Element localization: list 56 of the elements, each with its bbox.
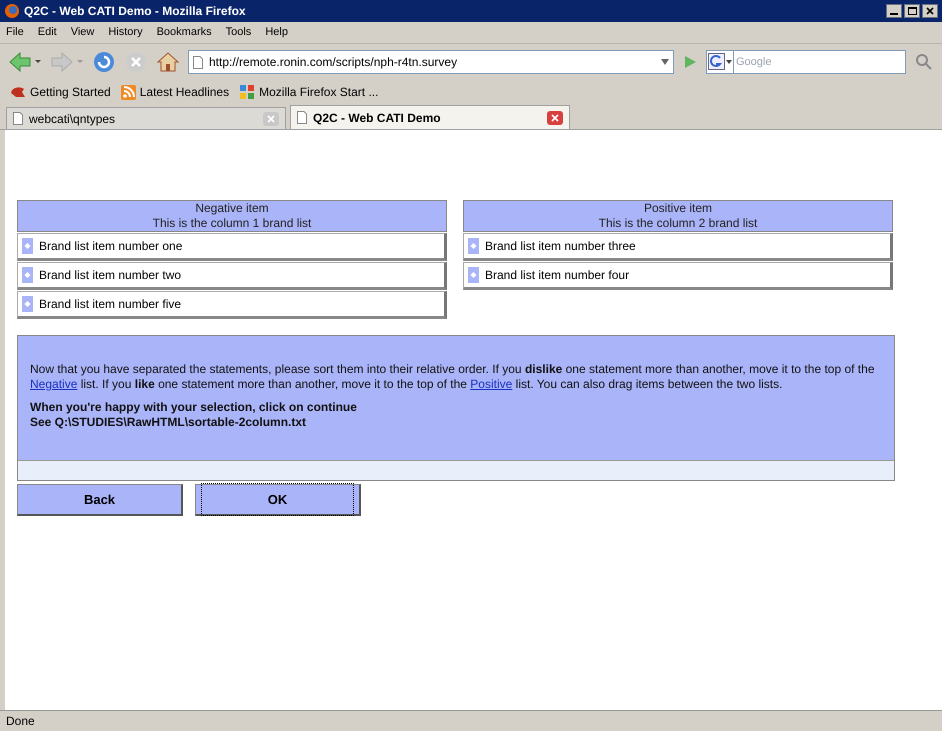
rss-feed-icon (120, 84, 136, 100)
drag-handle-icon[interactable] (468, 238, 479, 254)
drag-handle-icon[interactable] (468, 267, 479, 283)
back-arrow-icon[interactable] (8, 50, 42, 74)
menu-item[interactable]: Help (265, 24, 288, 41)
menu-item[interactable]: View (70, 24, 94, 41)
form-button[interactable]: Back (17, 484, 183, 516)
page-icon (297, 111, 307, 124)
forward-arrow-icon[interactable] (50, 50, 84, 74)
form-button[interactable]: OK (195, 484, 361, 516)
home-icon[interactable] (156, 50, 180, 74)
stop-icon[interactable] (124, 50, 148, 74)
close-tab-icon[interactable] (547, 110, 563, 124)
search-engine-icon[interactable] (706, 50, 734, 74)
tab[interactable]: Q2C - Web CATI Demo (290, 105, 570, 129)
page-icon (13, 112, 23, 125)
link[interactable]: Positive (470, 377, 512, 391)
status-text: Done (6, 713, 35, 730)
list-item[interactable]: Brand list item number five (17, 291, 447, 319)
search-icon[interactable] (914, 52, 934, 72)
list-item[interactable]: Brand list item number one (17, 233, 447, 261)
drag-handle-icon[interactable] (22, 267, 33, 283)
search-field[interactable]: Google (734, 50, 906, 74)
menu-item[interactable]: History (108, 24, 143, 41)
list-subtitle: This is the column 2 brand list (598, 216, 758, 231)
instruction-line: See Q:\STUDIES\RawHTML\sortable-2column.txt (30, 415, 308, 430)
list-item[interactable]: Brand list item number two (17, 262, 447, 290)
menu-item[interactable]: Edit (38, 24, 57, 41)
bookmark-link[interactable]: Mozilla Firefox Start ... (259, 83, 378, 101)
instruction-text: Now that you have separated the statements, please sort them into their relative order. If you dislike one statement more than another, move it to the top of the Negative list. If you like one statement more than another, move it to the top of the Positive list. You can also drag items between the two lists. (30, 362, 876, 392)
page-icon (193, 56, 203, 68)
menu-item[interactable]: Bookmarks (156, 24, 212, 41)
list-item[interactable]: Brand list item number four (463, 262, 893, 290)
go-icon[interactable] (682, 54, 698, 70)
bookmark-link[interactable]: Getting Started (30, 83, 111, 101)
close-button[interactable] (922, 4, 938, 18)
address-field[interactable]: http://remote.ronin.com/scripts/nph-r4tn.survey (188, 50, 674, 74)
menu-item[interactable]: File (6, 24, 24, 41)
list-title: Negative item (195, 201, 269, 216)
tab[interactable]: webcati\qntypes (6, 107, 286, 129)
colored-squares-icon (239, 84, 256, 100)
list-title: Positive item (644, 201, 712, 216)
list-item[interactable]: Brand list item number three (463, 233, 893, 261)
window-title: Q2C - Web CATI Demo - Mozilla Firefox (24, 3, 247, 20)
drag-handle-icon[interactable] (22, 238, 33, 254)
link[interactable]: Negative (30, 377, 78, 391)
bookmark-link[interactable]: Latest Headlines (140, 83, 230, 101)
dropdown-arrow-icon[interactable] (661, 59, 669, 65)
drag-handle-icon[interactable] (22, 296, 33, 312)
minimize-button[interactable] (886, 4, 902, 18)
menu-item[interactable]: Tools (226, 24, 252, 41)
close-icon (926, 7, 934, 15)
reload-icon[interactable] (92, 50, 116, 74)
maximize-button[interactable] (904, 4, 920, 18)
list-subtitle: This is the column 1 brand list (152, 216, 312, 231)
instruction-line: When you're happy with your selection, click on continue (30, 400, 358, 415)
